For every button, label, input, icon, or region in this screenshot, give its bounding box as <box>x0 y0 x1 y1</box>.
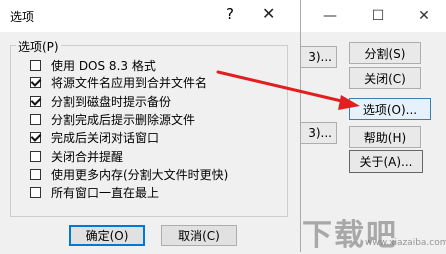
arrow-shaft <box>216 70 352 105</box>
arrow-head <box>338 95 360 110</box>
watermark-url: www.xiazaiba.com <box>365 238 446 248</box>
